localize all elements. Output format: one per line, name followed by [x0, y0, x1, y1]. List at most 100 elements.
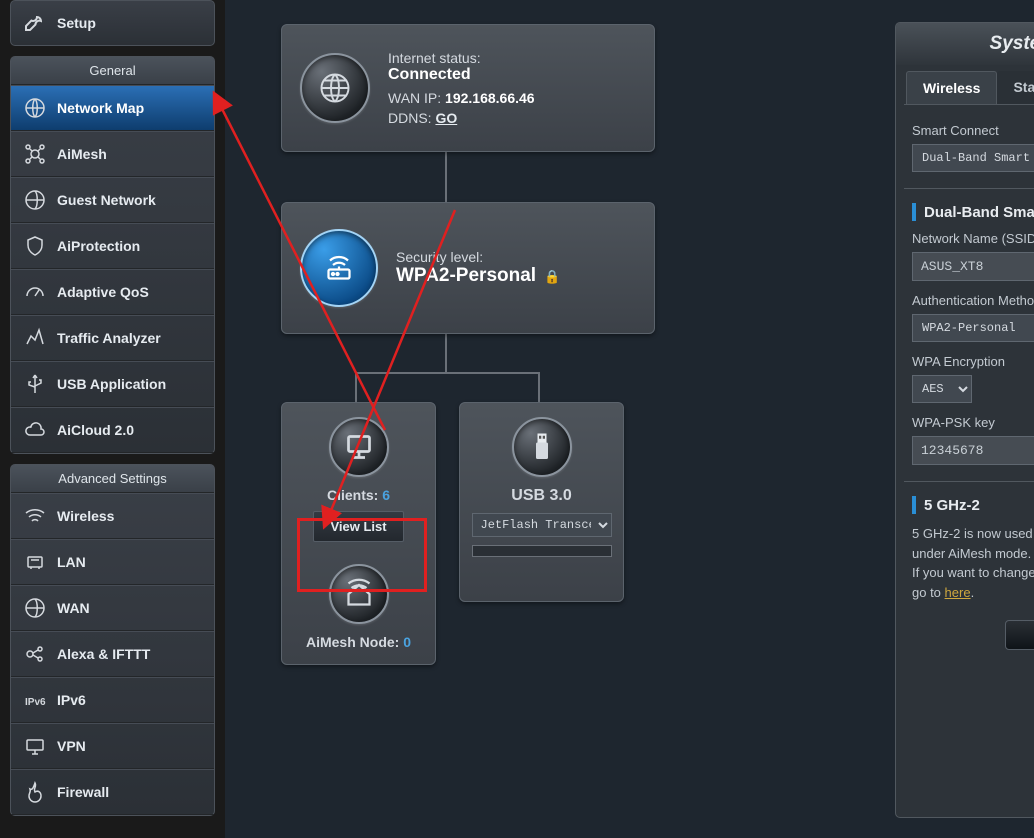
nav-label: Adaptive QoS: [57, 284, 149, 300]
wrench-icon: [23, 11, 47, 35]
dual-band-title: Dual-Band Smart Connect: [924, 204, 1034, 221]
connector-line: [538, 372, 540, 402]
sidebar-item-lan[interactable]: LAN: [11, 539, 214, 585]
ipv6-icon: IPv6: [23, 688, 47, 712]
aimesh-icon-button[interactable]: [329, 564, 389, 624]
sidebar-item-wireless[interactable]: Wireless: [11, 493, 214, 539]
wpa-encryption-select[interactable]: AES: [912, 375, 972, 403]
nav-label: AiMesh: [57, 146, 107, 162]
fire-icon: [23, 780, 47, 804]
internet-status-value: Connected: [388, 66, 535, 84]
nav-label: Firewall: [57, 784, 109, 800]
nav-label: AiProtection: [57, 238, 140, 254]
gauge-icon: [23, 280, 47, 304]
svg-text:IPv6: IPv6: [25, 697, 46, 708]
psk-label: WPA-PSK key: [912, 415, 1034, 430]
sidebar-item-usb-application[interactable]: USB Application: [11, 361, 214, 407]
connector-line: [355, 372, 357, 402]
wan-ip-value: 192.168.66.46: [445, 90, 535, 106]
general-panel-title: General: [11, 57, 214, 85]
connector-line: [445, 150, 447, 202]
system-status-title: System Status: [896, 23, 1034, 65]
view-list-button[interactable]: View List: [313, 511, 403, 542]
ddns-go-link[interactable]: GO: [435, 110, 457, 126]
wifi-icon: [23, 504, 47, 528]
sidebar-item-aicloud[interactable]: AiCloud 2.0: [11, 407, 214, 453]
internet-status-label: Internet status:: [388, 50, 481, 66]
nav-label: AiCloud 2.0: [57, 422, 134, 438]
sidebar-item-aimesh[interactable]: AiMesh: [11, 131, 214, 177]
sidebar-item-setup[interactable]: Setup: [11, 1, 214, 45]
ddns-label: DDNS:: [388, 110, 432, 126]
aimesh-count: 0: [403, 634, 411, 650]
nav-label: Wireless: [57, 508, 114, 524]
nav-label: IPv6: [57, 692, 86, 708]
router-icon-button[interactable]: [300, 229, 378, 307]
ssid-label: Network Name (SSID): [912, 231, 1034, 246]
connector-line: [355, 372, 540, 374]
nav-label: Network Map: [57, 100, 144, 116]
wan-icon: [23, 596, 47, 620]
auth-method-select[interactable]: WPA2-Personal: [912, 314, 1034, 342]
tab-wireless[interactable]: Wireless: [906, 71, 997, 104]
five-ghz-note: 5 GHz-2 is now used as dedicated WiFi ba…: [912, 524, 1034, 602]
nav-label: LAN: [57, 554, 86, 570]
auth-label: Authentication Method: [912, 293, 1034, 308]
ssid-input[interactable]: [912, 252, 1034, 281]
advanced-panel-title: Advanced Settings: [11, 465, 214, 493]
alexa-icon: [23, 642, 47, 666]
sidebar-item-adaptive-qos[interactable]: Adaptive QoS: [11, 269, 214, 315]
smart-connect-label: Smart Connect: [912, 123, 1034, 138]
nav-label: Traffic Analyzer: [57, 330, 161, 346]
sidebar-item-alexa-ifttt[interactable]: Alexa & IFTTT: [11, 631, 214, 677]
lock-icon: 🔒: [544, 269, 560, 284]
analyzer-icon: [23, 326, 47, 350]
clients-icon-button[interactable]: [329, 417, 389, 477]
apply-button[interactable]: Apply: [1005, 620, 1034, 650]
usb-card: USB 3.0 JetFlash Transcend: [459, 402, 624, 602]
smart-connect-select[interactable]: Dual-Band Smart Connect: [912, 144, 1034, 172]
nav-label: WAN: [57, 600, 90, 616]
nav-label: VPN: [57, 738, 86, 754]
five-ghz-title: 5 GHz-2: [924, 497, 980, 514]
security-level-value: WPA2-Personal: [396, 265, 536, 286]
nav-label: USB Application: [57, 376, 166, 392]
internet-status-card: Internet status: Connected WAN IP: 192.1…: [281, 24, 655, 152]
tab-status[interactable]: Status: [997, 71, 1034, 104]
setup-label: Setup: [57, 15, 96, 31]
clients-count: 6: [382, 487, 390, 503]
guest-icon: [23, 188, 47, 212]
sidebar-item-firewall[interactable]: Firewall: [11, 769, 214, 815]
sidebar-item-network-map[interactable]: Network Map: [11, 85, 214, 131]
security-level-label: Security level:: [396, 249, 560, 265]
globe-icon: [23, 96, 47, 120]
usb-device-select[interactable]: JetFlash Transcend: [472, 513, 612, 537]
usb-icon: [23, 372, 47, 396]
sidebar-item-ipv6[interactable]: IPv6 IPv6: [11, 677, 214, 723]
usb-title: USB 3.0: [511, 487, 571, 505]
connector-line: [445, 334, 447, 372]
clients-label: Clients:: [327, 487, 378, 503]
enc-label: WPA Encryption: [912, 354, 1034, 369]
sidebar-item-aiprotection[interactable]: AiProtection: [11, 223, 214, 269]
clients-aimesh-card: Clients: 6 View List AiMesh Node: 0: [281, 402, 436, 665]
nav-label: Alexa & IFTTT: [57, 646, 150, 662]
security-level-card: Security level: WPA2-Personal 🔒: [281, 202, 655, 334]
shield-icon: [23, 234, 47, 258]
wan-ip-label: WAN IP:: [388, 90, 441, 106]
aimesh-label: AiMesh Node:: [306, 634, 399, 650]
vpn-icon: [23, 734, 47, 758]
sidebar-item-wan[interactable]: WAN: [11, 585, 214, 631]
nav-label: Guest Network: [57, 192, 156, 208]
system-status-panel: System Status Wireless Status Smart Conn…: [895, 22, 1034, 818]
sidebar-item-traffic-analyzer[interactable]: Traffic Analyzer: [11, 315, 214, 361]
lan-icon: [23, 550, 47, 574]
mesh-icon: [23, 142, 47, 166]
sidebar-item-vpn[interactable]: VPN: [11, 723, 214, 769]
sidebar-item-guest-network[interactable]: Guest Network: [11, 177, 214, 223]
wpa-psk-input[interactable]: [912, 436, 1034, 465]
usb-icon-button[interactable]: [512, 417, 572, 477]
cloud-icon: [23, 418, 47, 442]
internet-icon-button[interactable]: [300, 53, 370, 123]
here-link[interactable]: here: [945, 585, 971, 600]
